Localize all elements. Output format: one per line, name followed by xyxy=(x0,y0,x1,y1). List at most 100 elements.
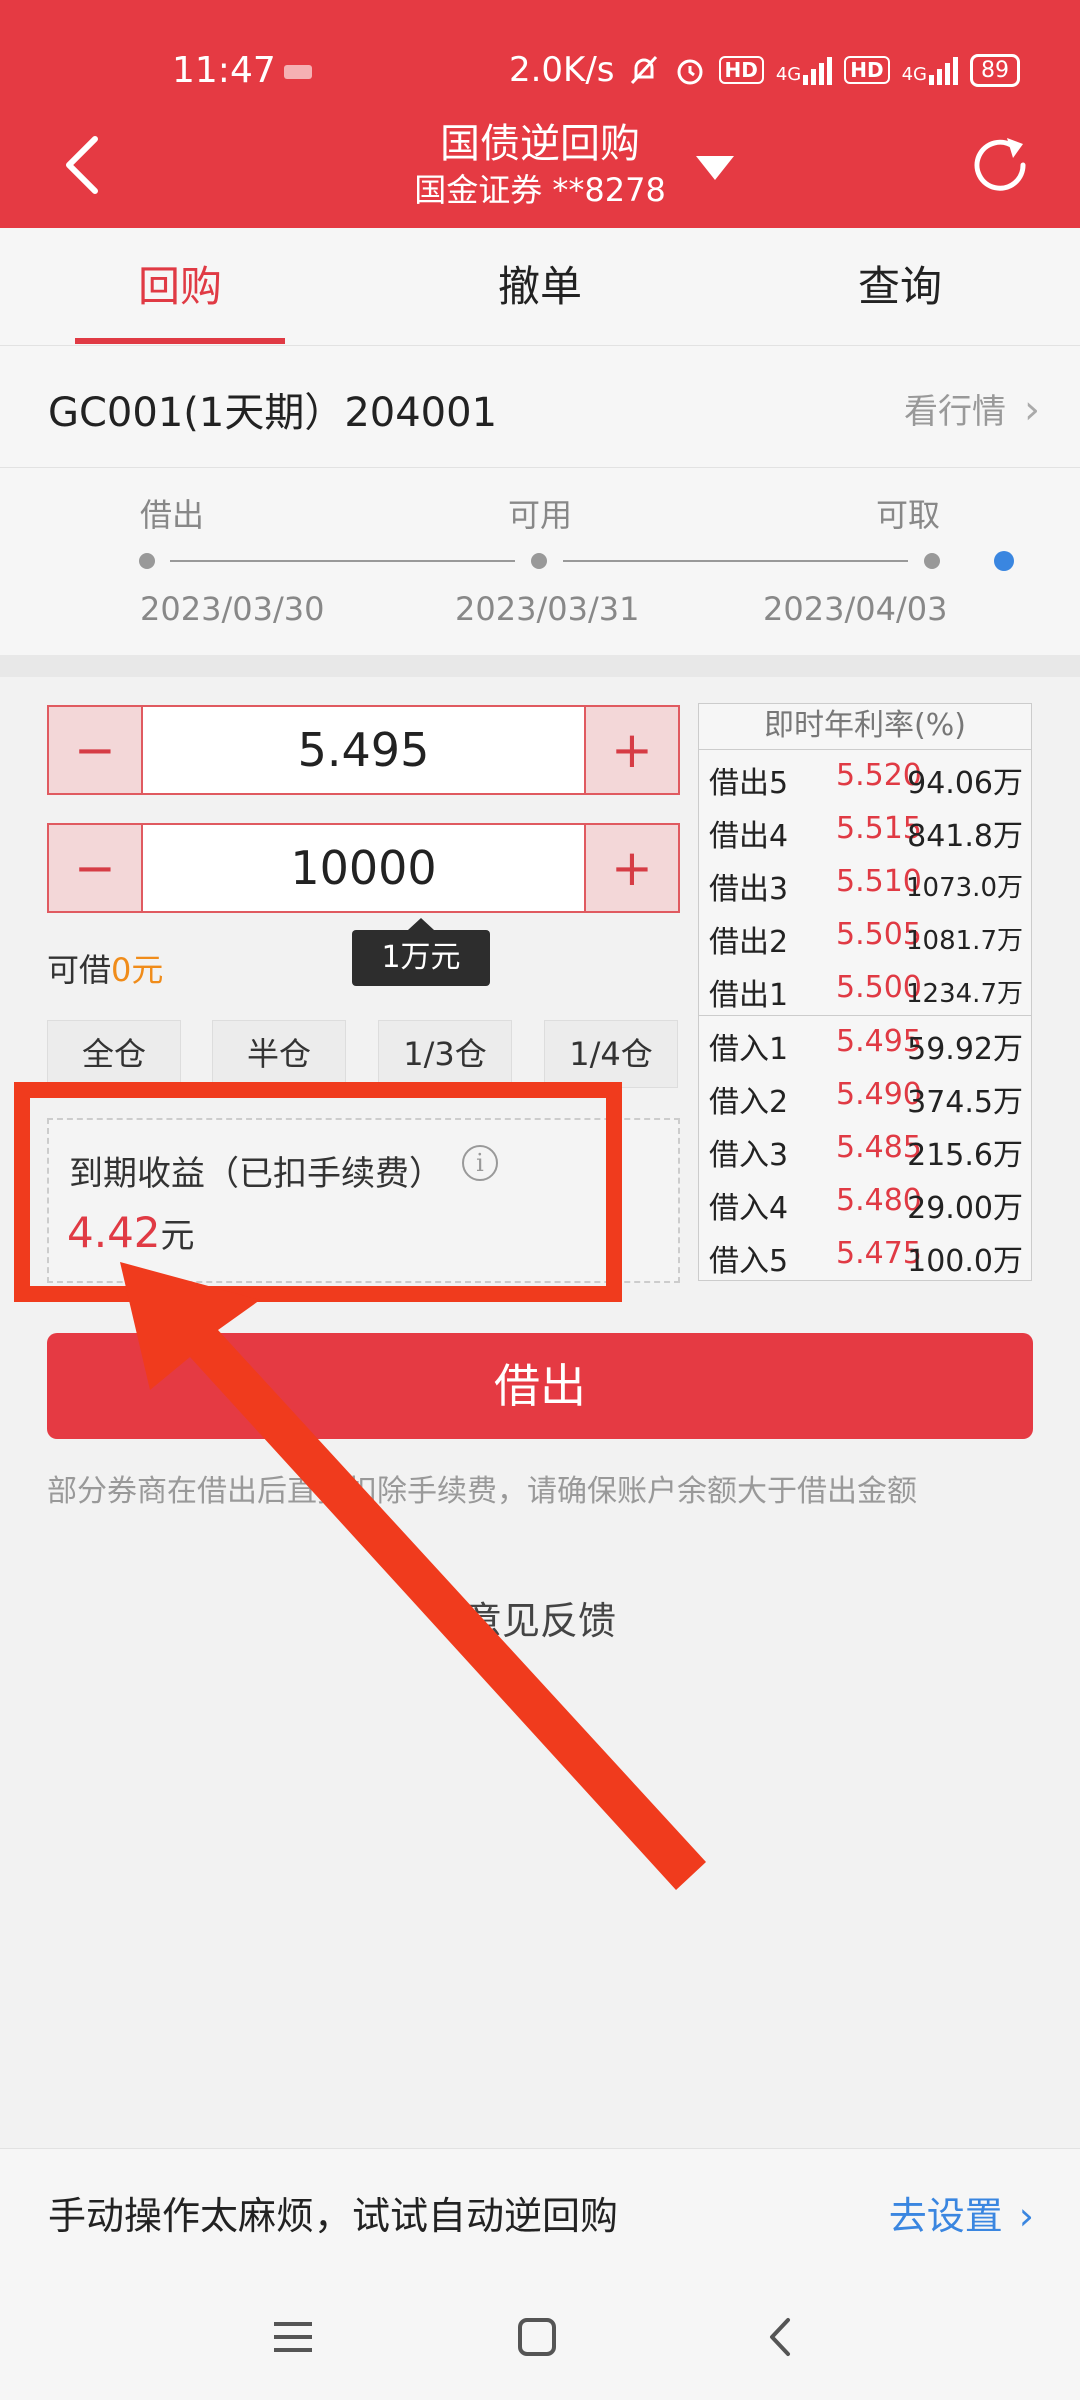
tab-cancel-order[interactable]: 撤单 xyxy=(430,228,650,346)
order-book-row: 借入1 5.495 59.92万 xyxy=(699,1016,1031,1069)
amount-decrease-button[interactable]: − xyxy=(49,825,141,911)
timeline-dot xyxy=(531,553,547,569)
order-book-row: 借出4 5.515 841.8万 xyxy=(699,803,1031,856)
order-book-row: 借入3 5.485 215.6万 xyxy=(699,1122,1031,1175)
ratio-quarter-button[interactable]: 1/4仓 xyxy=(544,1020,678,1088)
rate-decrease-button[interactable]: − xyxy=(49,707,141,793)
timeline-dot xyxy=(924,553,940,569)
tab-query[interactable]: 查询 xyxy=(790,228,1010,346)
row-volume: 1073.0万 xyxy=(906,873,1023,903)
fee-note: 部分券商在借出后直接扣除手续费，请确保账户余额大于借出金额 xyxy=(47,1474,917,1509)
timeline-current-dot xyxy=(994,551,1014,571)
page-title: 国债逆回购 xyxy=(440,121,640,167)
signal-4g-1: 4G xyxy=(776,55,833,85)
row-side: 借入4 xyxy=(709,1191,789,1226)
income-label: 到期收益（已扣手续费） xyxy=(69,1154,443,1194)
promo-text: 手动操作太麻烦，试试自动逆回购 xyxy=(48,2194,619,2238)
timeline-label-lend: 借出 xyxy=(140,496,205,534)
amount-increase-button[interactable]: + xyxy=(586,825,678,911)
promo-settings-link[interactable]: 去设置 › xyxy=(889,2185,1034,2240)
bell-muted-icon xyxy=(630,55,657,85)
timeline-date-available: 2023/03/31 xyxy=(455,590,640,628)
signal-icon xyxy=(929,55,958,85)
product-name: GC001(1天期）204001 xyxy=(48,390,498,436)
row-side: 借出5 xyxy=(709,766,789,801)
order-book-row: 借入5 5.475 100.0万 xyxy=(699,1228,1031,1281)
available-value: 0元 xyxy=(111,951,164,989)
info-icon[interactable]: i xyxy=(462,1145,498,1181)
battery-icon: 89 xyxy=(970,53,1020,87)
income-value: 4.42元 xyxy=(67,1208,195,1257)
rate-stepper: − 5.495 + xyxy=(47,705,680,795)
back-icon[interactable] xyxy=(746,2302,816,2372)
row-side: 借入5 xyxy=(709,1244,789,1279)
available-amount: 可借0元 xyxy=(47,945,163,991)
row-side: 借入2 xyxy=(709,1085,789,1120)
status-time: 11:47 xyxy=(172,50,312,91)
timeline-line xyxy=(170,560,515,562)
ratio-third-button[interactable]: 1/3仓 xyxy=(378,1020,512,1088)
promo-link-label: 去设置 xyxy=(888,2194,1003,2238)
row-volume: 1081.7万 xyxy=(906,926,1023,956)
timeline-date-withdrawable: 2023/04/03 xyxy=(763,590,948,628)
net-speed: 2.0K/s xyxy=(508,50,615,90)
menu-icon[interactable] xyxy=(258,2302,328,2372)
order-book-title: 即时年利率(%) xyxy=(699,704,1031,750)
alarm-icon xyxy=(677,59,702,85)
row-side: 借入1 xyxy=(709,1032,789,1067)
section-divider xyxy=(0,655,1080,677)
home-icon[interactable] xyxy=(502,2302,572,2372)
tab-repurchase[interactable]: 回购 xyxy=(70,228,290,346)
row-volume: 59.92万 xyxy=(907,1032,1023,1067)
tab-bar: 回购 撤单 查询 xyxy=(0,228,1080,346)
order-book-row: 借出2 5.505 1081.7万 xyxy=(699,909,1031,962)
row-volume: 94.06万 xyxy=(907,766,1023,801)
order-book: 即时年利率(%) 借出5 5.520 94.06万 借出4 5.515 841.8万 借… xyxy=(698,703,1032,1281)
timeline-dot xyxy=(139,553,155,569)
row-volume: 1234.7万 xyxy=(906,979,1023,1009)
row-volume: 374.5万 xyxy=(907,1085,1023,1120)
available-label: 可借 xyxy=(47,951,112,989)
active-tab-indicator xyxy=(75,338,285,344)
income-unit: 元 xyxy=(160,1216,195,1256)
refresh-icon[interactable] xyxy=(965,130,1035,200)
settlement-timeline: 借出 可用 可取 2023/03/30 2023/03/31 2023/04/0… xyxy=(0,468,1080,655)
lend-button[interactable]: 借出 xyxy=(47,1333,1033,1439)
amount-stepper: − 10000 + xyxy=(47,823,680,913)
timeline-label-available: 可用 xyxy=(508,496,573,534)
triangle-down-icon[interactable] xyxy=(690,150,740,190)
feedback-link[interactable]: 意见反馈 xyxy=(0,1590,1080,1645)
row-volume: 841.8万 xyxy=(907,819,1023,854)
auto-repo-promo: 手动操作太麻烦，试试自动逆回购 去设置 › xyxy=(0,2148,1080,2272)
row-side: 借出4 xyxy=(709,819,789,854)
chevron-right-icon: › xyxy=(1024,387,1040,433)
timeline-line xyxy=(563,560,908,562)
amount-tooltip: 1万元 xyxy=(352,918,490,986)
amount-input[interactable]: 10000 xyxy=(141,825,586,911)
status-bar: 11:47 2.0K/s HD 4G HD 4G 89 xyxy=(0,40,1080,110)
rate-increase-button[interactable]: + xyxy=(586,707,678,793)
status-right: 2.0K/s HD 4G HD 4G 89 xyxy=(509,50,1020,90)
view-market-label: 看行情 xyxy=(904,392,1006,432)
order-book-row: 借入4 5.480 29.00万 xyxy=(699,1175,1031,1228)
order-book-row: 借出1 5.500 1234.7万 xyxy=(699,962,1031,1015)
header-title-block: 国债逆回购 国金证券 **8278 xyxy=(0,118,1080,210)
view-market-link[interactable]: 看行情 › xyxy=(904,384,1040,433)
timeline-date-lend: 2023/03/30 xyxy=(140,590,325,628)
product-row: GC001(1天期）204001 看行情 › xyxy=(0,346,1080,468)
signal-icon xyxy=(803,55,833,85)
ratio-full-button[interactable]: 全仓 xyxy=(47,1020,181,1088)
order-book-row: 借出3 5.510 1073.0万 xyxy=(699,856,1031,909)
signal-4g-2: 4G xyxy=(902,55,958,85)
row-side: 借出3 xyxy=(709,872,789,907)
expected-income-box: 到期收益（已扣手续费） i 4.42元 xyxy=(47,1118,680,1283)
timeline-label-withdrawable: 可取 xyxy=(876,496,941,534)
ratio-half-button[interactable]: 半仓 xyxy=(212,1020,346,1088)
row-volume: 29.00万 xyxy=(907,1191,1023,1226)
rate-input[interactable]: 5.495 xyxy=(141,707,586,793)
hd-icon: HD xyxy=(844,56,890,84)
app-header: 11:47 2.0K/s HD 4G HD 4G 89 国债逆回购 国金证券 *… xyxy=(0,0,1080,228)
row-volume: 100.0万 xyxy=(907,1244,1023,1279)
row-volume: 215.6万 xyxy=(907,1138,1023,1173)
row-side: 借入3 xyxy=(709,1138,789,1173)
